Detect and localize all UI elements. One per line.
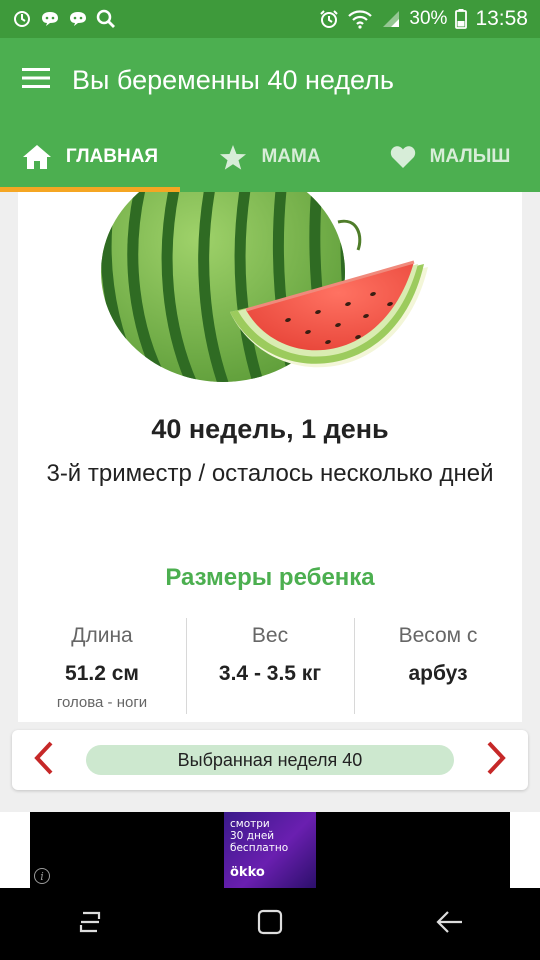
- metric-weight: Вес 3.4 - 3.5 кг: [186, 616, 354, 714]
- chevron-right-icon: [486, 741, 506, 780]
- wifi-icon: [347, 9, 373, 29]
- ad-area: смотри 30 дней бесплатно ökko: [0, 812, 540, 888]
- ad-creative: смотри 30 дней бесплатно ökko: [224, 812, 316, 888]
- metric-value: арбуз: [408, 662, 468, 685]
- tab-baby[interactable]: МАЛЫШ: [360, 122, 540, 192]
- recents-icon: [77, 909, 103, 940]
- metric-value: 3.4 - 3.5 кг: [218, 662, 322, 685]
- metric-length: Длина 51.2 см голова - ноги: [18, 616, 186, 712]
- menu-button[interactable]: [0, 38, 72, 122]
- ad-text: смотри 30 дней бесплатно: [230, 818, 289, 854]
- tab-label: МАЛЫШ: [429, 146, 511, 167]
- selected-week-pill[interactable]: Выбранная неделя 40: [86, 745, 454, 775]
- search-icon: [96, 9, 116, 29]
- back-button[interactable]: [420, 894, 480, 954]
- clock: 13:58: [475, 7, 528, 30]
- battery-percent: 30%: [409, 8, 448, 29]
- baby-sizes-heading: Размеры ребенка: [165, 564, 375, 591]
- chat-icon: [68, 9, 88, 29]
- star-icon: [219, 144, 247, 171]
- back-icon: [436, 909, 464, 940]
- signal-icon: [381, 9, 401, 29]
- app-title: Вы беременны 40 недель: [72, 64, 394, 95]
- week-selector: Выбранная неделя 40: [12, 730, 528, 790]
- hamburger-menu-icon: [22, 67, 50, 94]
- baby-metrics: Длина 51.2 см голова - ноги Вес 3.4 - 3.…: [18, 616, 522, 714]
- metric-sublabel: голова - ноги: [56, 694, 148, 711]
- metric-label: Вес: [251, 624, 289, 647]
- metric-value: 51.2 см: [65, 662, 139, 685]
- previous-week-button[interactable]: [28, 740, 60, 780]
- next-week-button[interactable]: [480, 740, 512, 780]
- home-icon: [22, 144, 52, 170]
- metric-size-comparison: Весом с арбуз: [354, 616, 522, 714]
- alarm-icon: [319, 9, 339, 29]
- metric-label: Длина: [71, 624, 133, 647]
- status-left-icons: [12, 9, 116, 29]
- metric-label: Весом с: [398, 624, 478, 647]
- tab-bar: ГЛАВНАЯ МАМА МАЛЫШ: [0, 122, 540, 192]
- trimester-text: 3-й триместр / осталось несколько дней: [46, 460, 494, 487]
- status-bar: 30% 13:58: [0, 0, 540, 38]
- tab-home[interactable]: ГЛАВНАЯ: [0, 122, 180, 192]
- chevron-left-icon: [34, 741, 54, 780]
- watermelon-image: [18, 192, 522, 392]
- recents-button[interactable]: [60, 894, 120, 954]
- chat-icon: [40, 9, 60, 29]
- system-nav-bar: [0, 888, 540, 960]
- tab-label: ГЛАВНАЯ: [65, 146, 159, 167]
- battery-icon: [455, 9, 468, 29]
- ad-brand-logo: ökko: [230, 865, 265, 880]
- app-bar: Вы беременны 40 недель: [0, 38, 540, 122]
- ad-banner[interactable]: смотри 30 дней бесплатно ökko: [30, 812, 510, 888]
- heart-icon: [390, 145, 416, 169]
- week-card: 40 недель, 1 день 3-й триместр / осталос…: [18, 192, 522, 722]
- tab-mama[interactable]: МАМА: [180, 122, 360, 192]
- week-title: 40 недель, 1 день: [151, 414, 389, 444]
- home-square-icon: [257, 909, 283, 940]
- tab-label: МАМА: [261, 146, 321, 167]
- status-right-icons: 30% 13:58: [319, 7, 528, 31]
- home-button[interactable]: [240, 894, 300, 954]
- ad-info-icon[interactable]: i: [34, 868, 50, 884]
- sync-icon: [12, 9, 32, 29]
